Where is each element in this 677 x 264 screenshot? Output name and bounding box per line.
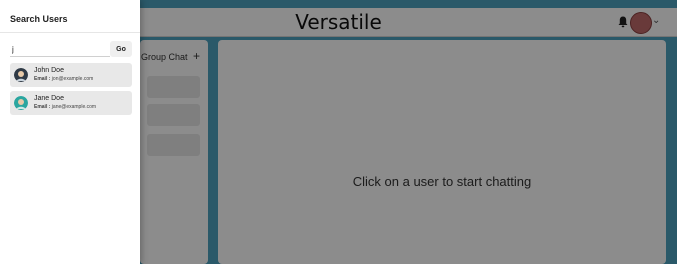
- user-email-value: jane@example.com: [51, 104, 97, 110]
- user-email-label: Email :: [34, 104, 51, 110]
- drawer-title: Search Users: [10, 14, 68, 24]
- search-users-drawer: Search Users Go John Doe Email : jon@exa…: [0, 0, 140, 264]
- user-result-item[interactable]: Jane Doe Email : jane@example.com: [10, 91, 132, 115]
- user-result-item[interactable]: John Doe Email : jon@example.com: [10, 63, 132, 87]
- search-input[interactable]: [10, 42, 110, 57]
- user-avatar-icon: [14, 96, 28, 110]
- user-name: John Doe: [34, 67, 64, 74]
- user-email: Email : jane@example.com: [34, 104, 96, 110]
- app-background: Versatile ⌄ Group Chat + Click on a user…: [0, 0, 677, 264]
- user-email-label: Email :: [34, 76, 51, 82]
- user-email-value: jon@example.com: [51, 76, 94, 82]
- drawer-backdrop[interactable]: [140, 0, 677, 264]
- user-avatar-icon: [14, 68, 28, 82]
- drawer-divider: [0, 32, 140, 33]
- go-button[interactable]: Go: [110, 41, 132, 57]
- user-name: Jane Doe: [34, 95, 64, 102]
- user-email: Email : jon@example.com: [34, 76, 93, 82]
